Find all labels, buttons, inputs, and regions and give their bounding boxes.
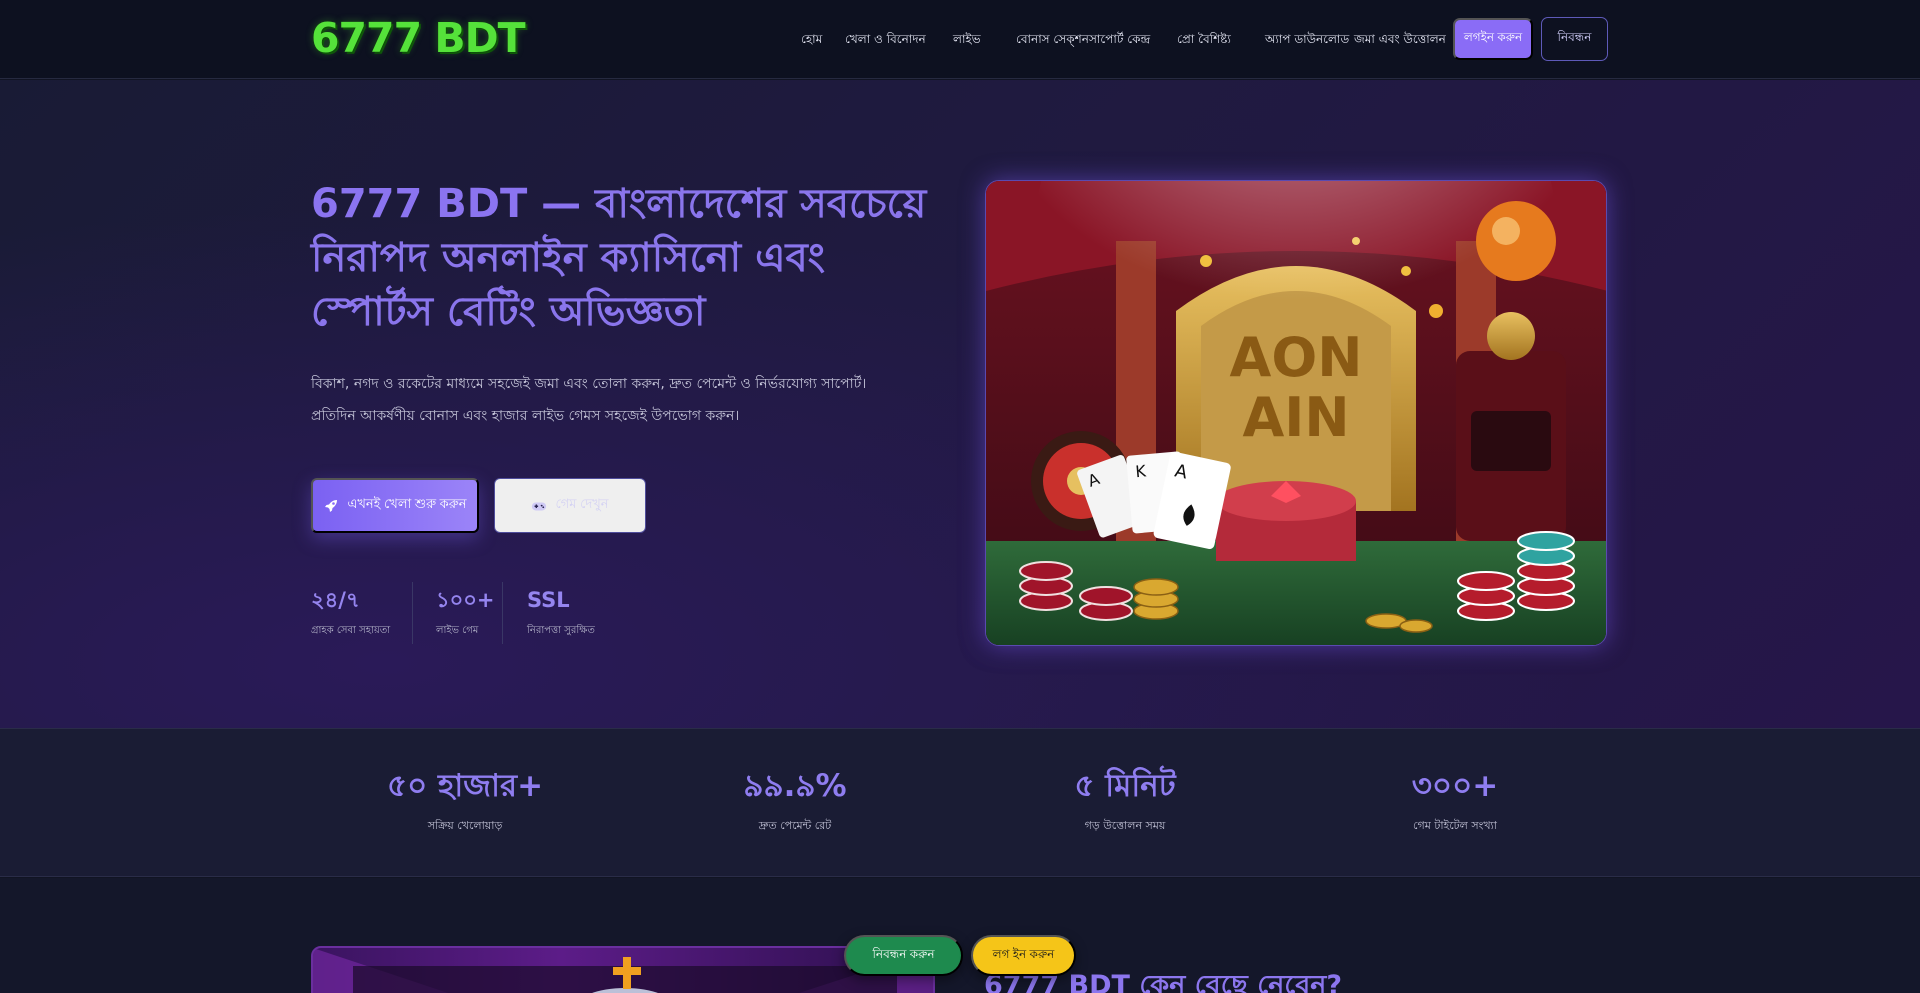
gamepad-icon (531, 498, 547, 514)
stats-band (0, 728, 1920, 877)
mini-stat-live-games: ১০০+ লাইভ গেম (436, 586, 495, 638)
stat-active-players: ৫০ হাজার+ সক্রিয় খেলোয়াড় (315, 766, 615, 833)
hero-title-brand: 6777 BDT — (311, 181, 582, 227)
stat-withdraw-time: ৫ মিনিট গড় উত্তোলন সময় (975, 766, 1275, 833)
hero-description: বিকাশ, নগদ ও রকেটের মাধ্যমে সহজেই জমা এব… (311, 376, 867, 424)
brand-logo[interactable]: 6777 BDT (311, 14, 526, 62)
stat-value: ৫০ হাজার+ (386, 768, 544, 804)
divider (412, 582, 413, 644)
stat-payment-rate: ৯৯.৯% দ্রুত পেমেন্ট রেট (645, 766, 945, 833)
stat-label: সক্রিয় খেলোয়াড় (427, 819, 503, 832)
mini-stat-label: গ্রাহক সেবা সহায়তা (311, 625, 391, 636)
nav-link-deposit-withdraw[interactable]: জমা এবং উত্তোলন (1354, 31, 1446, 47)
stat-value: ৯৯.৯% (743, 768, 847, 804)
mini-stat-ssl: SSL নিরাপত্তা সুরক্ষিত (527, 586, 595, 638)
nav-link-pro-features[interactable]: প্রো বৈশিষ্ট্য (1177, 31, 1231, 47)
stat-value: ৫ মিনিট (1074, 768, 1176, 804)
cross-icon (610, 955, 644, 989)
why-choose-section (0, 878, 1920, 993)
nav-link-support[interactable]: সাপোর্ট কেন্দ্র (1089, 31, 1150, 47)
mini-stat-value: ১০০+ (436, 588, 495, 612)
divider (502, 582, 503, 644)
mini-stat-label: নিরাপত্তা সুরক্ষিত (527, 625, 595, 636)
stat-label: গড় উত্তোলন সময় (1084, 819, 1166, 832)
floating-register-button[interactable]: নিবন্ধন করুন (844, 935, 963, 976)
stat-game-titles: ৩০০+ গেম টাইটেল সংখ্যা (1305, 766, 1605, 833)
mini-stat-value: ২৪/৭ (311, 588, 360, 612)
hero-title: 6777 BDT — বাংলাদেশের সবচেয়ে নিরাপদ অনল… (311, 177, 931, 339)
mini-stat-value: SSL (527, 588, 570, 612)
login-button[interactable]: লগইন করুন (1453, 18, 1533, 60)
nav-link-home[interactable]: হোম (801, 31, 822, 47)
register-button[interactable]: নিবন্ধন (1541, 17, 1608, 61)
view-games-label: গেম দেখুন (555, 496, 609, 511)
mini-stat-label: লাইভ গেম (436, 625, 479, 636)
nav-link-live[interactable]: লাইভ (953, 31, 981, 47)
start-playing-button[interactable]: এখনই খেলা শুরু করুন (311, 478, 479, 533)
start-playing-label: এখনই খেলা শুরু করুন (347, 496, 467, 511)
hero-casino-image: AON AIN A K A (985, 180, 1607, 646)
top-navbar: 6777 BDT হোম খেলা ও বিনোদন লাইভ বোনাস সে… (0, 0, 1920, 79)
nav-link-games[interactable]: খেলা ও বিনোদন (845, 31, 926, 47)
nav-link-app-download[interactable]: অ্যাপ ডাউনলোড (1265, 31, 1349, 47)
floating-login-button[interactable]: লগ ইন করুন (971, 935, 1076, 976)
nav-link-bonus[interactable]: বোনাস সেক্শন (1016, 31, 1089, 47)
hero-section (0, 80, 1920, 728)
stat-value: ৩০০+ (1411, 768, 1499, 804)
stat-label: দ্রুত পেমেন্ট রেট (758, 819, 832, 832)
view-games-button[interactable]: গেম দেখুন (494, 478, 646, 533)
rocket-icon (323, 498, 339, 514)
mini-stat-support: ২৪/৭ গ্রাহক সেবা সহায়তা (311, 586, 390, 638)
stat-label: গেম টাইটেল সংখ্যা (1413, 819, 1497, 832)
